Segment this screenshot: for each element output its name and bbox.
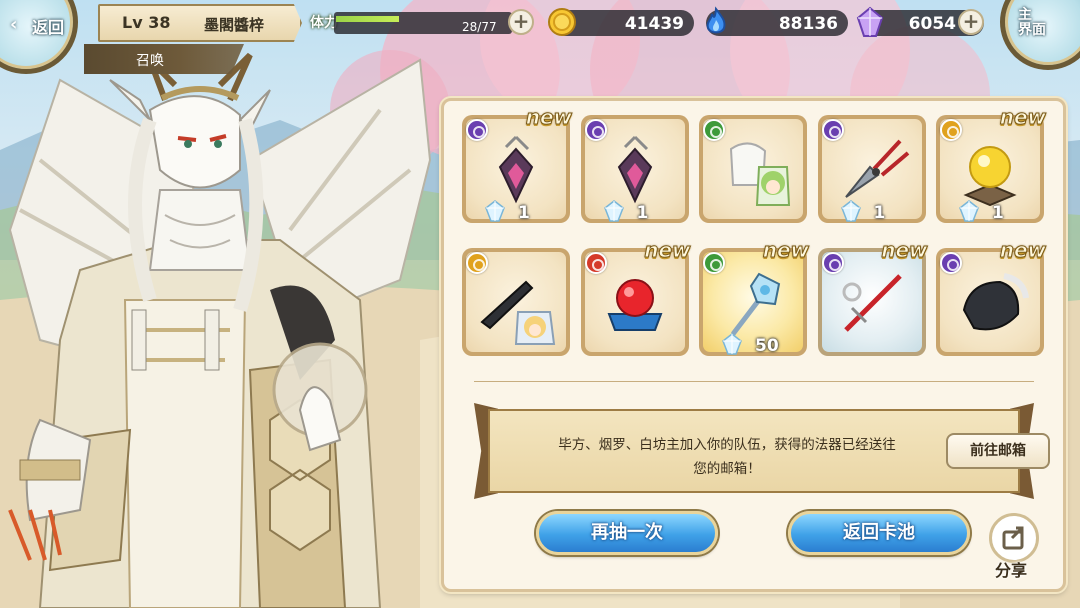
notice-scroll: 毕方、烟罗、白坊主加入你的队伍，获得的法器已经送往您的邮箱！ 前往邮箱 — [474, 403, 1050, 499]
new-badge: new — [881, 238, 928, 263]
element-gold-icon — [940, 119, 962, 141]
add-crystal-button[interactable]: + — [958, 9, 984, 35]
new-badge: new — [644, 238, 691, 263]
crystal-amount: 6054 — [908, 14, 956, 34]
gold-coin-icon — [548, 8, 576, 36]
summon-result-panel: new 1 1 1 new 1 new new 50 new new 毕方、烟罗、白坊主加入你的队伍… — [441, 98, 1066, 592]
player-info-plate: Lv 38 墨閣醬梓 — [98, 4, 302, 42]
result-quantity: 50 — [755, 336, 779, 356]
result-quantity: 1 — [992, 203, 1004, 223]
player-name: 墨閣醬梓 — [204, 16, 265, 34]
element-green-icon — [703, 119, 725, 141]
shard-gem-icon — [959, 200, 979, 222]
new-badge: new — [999, 105, 1046, 130]
share-button-label: 分享 — [995, 561, 1028, 580]
main-menu-button[interactable]: 主界面 — [996, 0, 1080, 78]
add-stamina-button[interactable]: + — [508, 9, 534, 35]
new-badge: new — [762, 238, 809, 263]
shard-gem-icon — [603, 200, 624, 222]
shard-gem-icon — [840, 200, 861, 222]
result-card[interactable]: new — [580, 238, 691, 356]
element-purple-icon — [821, 252, 844, 274]
new-badge: new — [999, 238, 1046, 263]
result-card[interactable]: 1 — [580, 115, 689, 223]
result-quantity: 1 — [518, 203, 530, 223]
result-card[interactable]: new — [936, 238, 1047, 356]
notice-message: 毕方、烟罗、白坊主加入你的队伍，获得的法器已经送往您的邮箱！ — [558, 437, 896, 477]
element-purple-icon — [466, 119, 488, 141]
spirit-amount: 88136 — [778, 14, 838, 34]
element-purple-icon — [584, 119, 607, 141]
panel-divider — [474, 381, 1034, 382]
gold-amount: 41439 — [624, 14, 684, 34]
result-card[interactable]: new — [817, 238, 928, 356]
new-badge: new — [525, 105, 572, 130]
element-red-icon — [584, 252, 607, 274]
return-to-pool-button[interactable]: 返回卡池 — [788, 511, 970, 555]
spirit-counter: 88136 — [706, 6, 848, 36]
scroll-body: 毕方、烟罗、白坊主加入你的队伍，获得的法器已经送往您的邮箱！ 前往邮箱 — [488, 409, 1050, 493]
gold-counter: 41439 — [548, 8, 694, 36]
result-card[interactable]: 1 — [817, 115, 926, 223]
result-card[interactable]: new 50 — [699, 238, 810, 356]
stamina-count: 28/77 — [462, 20, 497, 34]
draw-again-button[interactable]: 再抽一次 — [536, 511, 718, 555]
stamina-bar-fill — [336, 16, 399, 22]
share-icon — [1002, 526, 1024, 550]
summoned-character-illustration — [8, 52, 432, 608]
blue-flame-icon — [706, 6, 726, 34]
result-card[interactable] — [462, 248, 570, 356]
shard-gem-icon — [485, 200, 505, 222]
share-button[interactable]: 分享 — [983, 513, 1045, 580]
player-level: Lv 38 — [122, 13, 171, 32]
element-purple-icon — [821, 119, 844, 141]
element-gold-icon — [466, 252, 488, 274]
result-quantity: 1 — [636, 203, 649, 223]
result-card[interactable]: new 1 — [462, 105, 573, 223]
chevron-left-icon: ‹ — [10, 14, 18, 35]
element-purple-icon — [940, 252, 962, 274]
back-button[interactable]: ‹ 返回 — [0, 0, 92, 74]
result-card[interactable] — [699, 115, 807, 223]
screen-title-plate: 召唤 — [84, 44, 244, 74]
shard-gem-icon — [722, 333, 742, 355]
result-quantity: 1 — [873, 203, 886, 223]
crystal-icon — [856, 6, 884, 37]
share-button-circle — [989, 513, 1039, 563]
main-menu-label: 主界面 — [1018, 7, 1046, 38]
result-card[interactable]: new 1 — [936, 105, 1047, 223]
element-green-icon — [703, 252, 725, 274]
go-to-mailbox-button[interactable]: 前往邮箱 — [946, 433, 1050, 469]
screen-title: 召唤 — [136, 53, 164, 69]
back-button-label: 返回 — [32, 18, 65, 37]
